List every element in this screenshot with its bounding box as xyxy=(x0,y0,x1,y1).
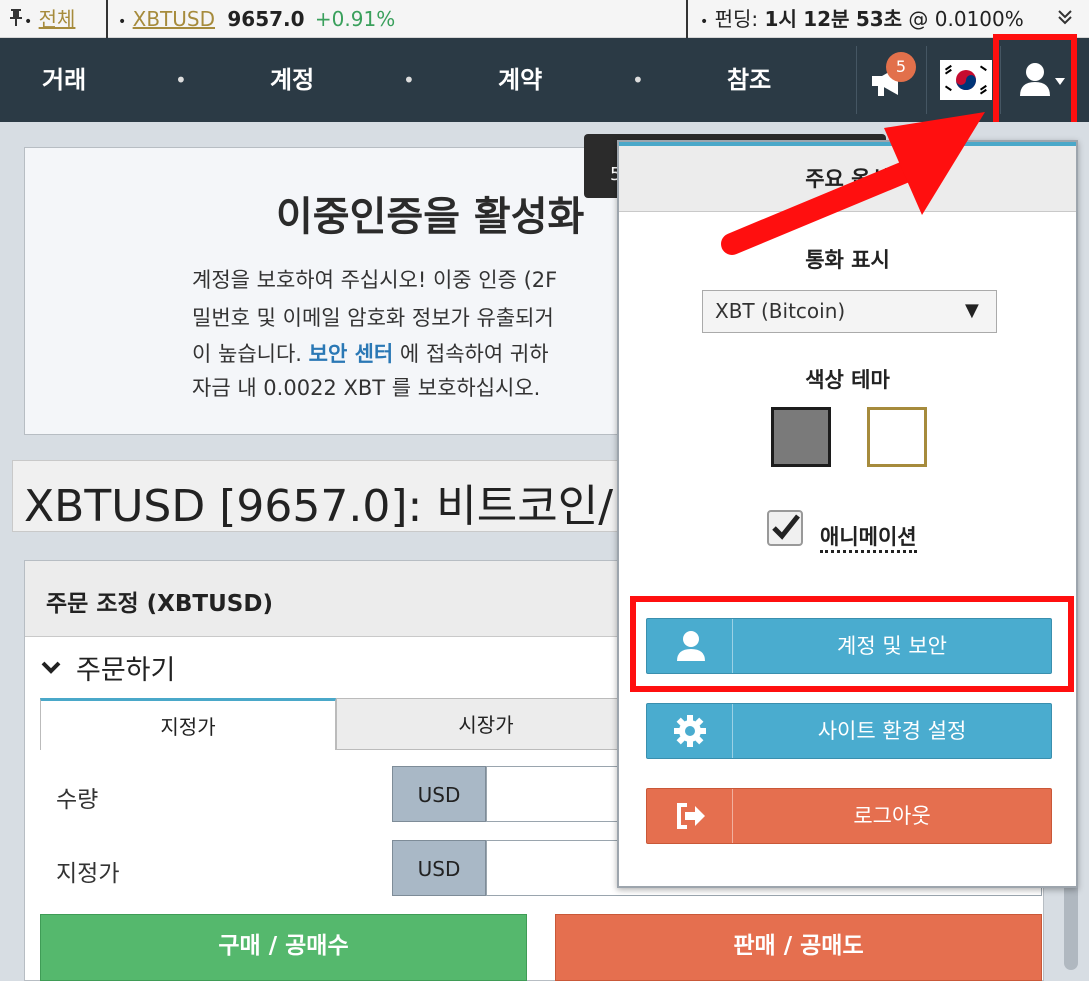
highlight-user-menu xyxy=(993,34,1077,134)
ticker-all[interactable]: • 전체 xyxy=(8,0,75,38)
nav-contracts[interactable]: 계약 xyxy=(498,38,542,122)
ticker-bar: • 전체 • XBTUSD 9657.0 +0.91% • 펀딩: 1시 12분… xyxy=(0,0,1089,38)
place-order-toggle[interactable]: 주문하기 xyxy=(40,648,175,687)
currency-select[interactable]: XBT (Bitcoin) xyxy=(702,290,997,333)
nav-separator: • xyxy=(403,68,415,92)
notification-badge[interactable]: 5 xyxy=(886,52,916,82)
nav-separator: • xyxy=(175,68,187,92)
pin-icon[interactable] xyxy=(8,2,24,40)
funding-label: 펀딩: xyxy=(714,7,759,31)
2fa-text-line: 자금 내 0.0022 XBT 를 보호하십시오. xyxy=(192,376,541,400)
quantity-currency: USD xyxy=(392,766,486,822)
ticker-price: 9657.0 xyxy=(227,7,305,31)
double-chevron-down-icon[interactable] xyxy=(1056,0,1074,38)
highlight-account-security xyxy=(630,596,1074,692)
theme-light-swatch[interactable] xyxy=(867,407,927,467)
caret-down-icon: ▼ xyxy=(965,300,979,321)
korea-flag-icon[interactable] xyxy=(940,60,992,100)
logout-button[interactable]: 로그아웃 xyxy=(646,788,1052,844)
dropdown-title: 주요 옵션 xyxy=(805,167,890,191)
funding-seconds: 53초 xyxy=(855,7,903,31)
main-nav: 거래 • 계정 • 계약 • 참조 xyxy=(0,38,1089,122)
nav-reference[interactable]: 참조 xyxy=(727,38,771,122)
logout-icon xyxy=(647,789,733,843)
nav-account[interactable]: 계정 xyxy=(270,38,314,122)
sell-button[interactable]: 판매 / 공매도 xyxy=(555,914,1042,981)
ticker-all-link[interactable]: 전체 xyxy=(39,7,76,31)
nav-separator: • xyxy=(632,68,644,92)
quantity-label: 수량 xyxy=(56,787,99,813)
currency-display-label: 통화 표시 xyxy=(805,248,890,272)
funding-rate: @ 0.0100% xyxy=(908,7,1024,31)
buy-button[interactable]: 구매 / 공매수 xyxy=(40,914,527,981)
ticker-symbol-link[interactable]: XBTUSD xyxy=(133,7,215,31)
checkmark-icon xyxy=(772,514,800,540)
price-currency: USD xyxy=(392,840,486,896)
ticker-change: +0.91% xyxy=(314,7,396,31)
symbol-header: XBTUSD [9657.0]: 비트코인/미 xyxy=(24,481,654,532)
color-theme-label: 색상 테마 xyxy=(805,368,890,392)
2fa-title: 이중인증을 활성화 xyxy=(276,194,585,240)
chevron-down-icon xyxy=(41,661,61,674)
2fa-text-line: 이 높습니다. 보안 센터 에 접속하여 귀하 xyxy=(192,342,549,366)
site-settings-button[interactable]: 사이트 환경 설정 xyxy=(646,703,1052,759)
funding-hours: 1시 xyxy=(764,7,797,31)
limit-price-label: 지정가 xyxy=(56,861,120,887)
funding-minutes: 12분 xyxy=(803,7,850,31)
2fa-text-line: 계정을 보호하여 주십시오! 이중 인증 (2F xyxy=(192,268,558,292)
animation-label[interactable]: 애니메이션 xyxy=(820,524,917,553)
tab-limit[interactable]: 지정가 xyxy=(40,698,336,750)
gear-icon xyxy=(647,704,733,758)
ticker-funding: • 펀딩: 1시 12분 53초 @ 0.0100% xyxy=(700,7,1024,31)
nav-trade[interactable]: 거래 xyxy=(42,38,86,122)
animation-checkbox[interactable] xyxy=(767,510,803,546)
ticker-symbol[interactable]: • XBTUSD 9657.0 +0.91% xyxy=(118,0,395,38)
order-panel-title: 주문 조정 (XBTUSD) xyxy=(46,591,273,617)
tab-market[interactable]: 시장가 xyxy=(336,698,636,750)
theme-dark-swatch[interactable] xyxy=(771,407,831,467)
security-center-link[interactable]: 보안 센터 xyxy=(309,342,394,366)
2fa-text-line: 밀번호 및 이메일 암호화 정보가 유출되거 xyxy=(192,306,554,330)
